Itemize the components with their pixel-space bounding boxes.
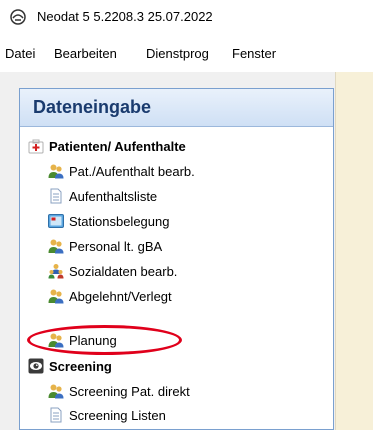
nav-item-screening-listen[interactable]: Screening Listen bbox=[48, 405, 166, 425]
nav-item-personal-lt-gba[interactable]: Personal lt. gBA bbox=[48, 236, 162, 256]
document-icon bbox=[50, 407, 62, 423]
menu-fenster[interactable]: Fenster bbox=[232, 46, 276, 61]
users-icon bbox=[48, 239, 64, 254]
monitor-icon bbox=[48, 214, 64, 228]
first-aid-kit-icon bbox=[28, 139, 44, 154]
nav-item-screening-pat-direkt[interactable]: Screening Pat. direkt bbox=[48, 381, 190, 401]
nav-item-label: Screening Listen bbox=[69, 407, 166, 423]
nav-item-pat-aufenthalt-bearb[interactable]: Pat./Aufenthalt bearb. bbox=[48, 161, 195, 181]
workspace-area bbox=[335, 72, 373, 430]
nav-item-aufenthaltsliste[interactable]: Aufenthaltsliste bbox=[48, 186, 157, 206]
eye-icon bbox=[28, 358, 44, 374]
title-bar: Neodat 5 5.2208.3 25.07.2022 bbox=[0, 0, 373, 34]
panel-title: Dateneingabe bbox=[33, 97, 152, 117]
app-logo-icon bbox=[10, 9, 26, 25]
nav-item-abgelehnt-verlegt[interactable]: Abgelehnt/Verlegt bbox=[48, 286, 172, 306]
users-icon bbox=[48, 289, 64, 304]
users-icon bbox=[48, 164, 64, 179]
users-icon bbox=[48, 384, 64, 399]
highlight-ellipse bbox=[27, 325, 182, 355]
menu-dienstprog[interactable]: Dienstprog bbox=[146, 46, 209, 61]
group-patienten-aufenthalte[interactable]: Patienten/ Aufenthalte bbox=[28, 136, 186, 156]
menu-bar: Datei Bearbeiten Dienstprog Fenster bbox=[0, 46, 373, 66]
nav-item-label: Abgelehnt/Verlegt bbox=[69, 288, 172, 304]
nav-item-label: Stationsbelegung bbox=[69, 213, 170, 229]
nav-item-stationsbelegung[interactable]: Stationsbelegung bbox=[48, 211, 169, 231]
nav-item-label: Sozialdaten bearb. bbox=[69, 263, 178, 279]
nav-item-label: Screening Pat. direkt bbox=[69, 383, 190, 399]
document-icon bbox=[50, 188, 62, 204]
window-title: Neodat 5 5.2208.3 25.07.2022 bbox=[37, 9, 213, 24]
nav-item-label: Personal lt. gBA bbox=[69, 238, 163, 254]
group-screening[interactable]: Screening bbox=[28, 356, 112, 376]
group-label: Screening bbox=[49, 358, 112, 374]
panel-header[interactable]: Dateneingabe bbox=[20, 89, 333, 127]
nav-item-label: Aufenthaltsliste bbox=[69, 188, 158, 204]
menu-datei[interactable]: Datei bbox=[5, 46, 35, 61]
menu-bearbeiten[interactable]: Bearbeiten bbox=[54, 46, 117, 61]
nav-item-sozialdaten-bearb[interactable]: Sozialdaten bearb. bbox=[48, 261, 177, 281]
nav-item-label: Pat./Aufenthalt bearb. bbox=[69, 163, 195, 179]
group-label: Patienten/ Aufenthalte bbox=[49, 138, 186, 154]
people-group-icon bbox=[48, 264, 64, 279]
